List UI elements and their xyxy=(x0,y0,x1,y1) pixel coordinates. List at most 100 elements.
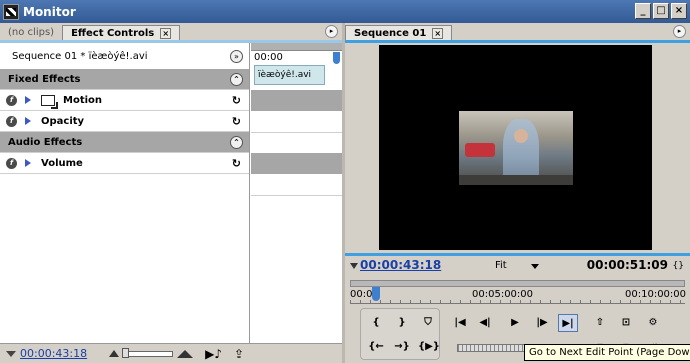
step-forward-button[interactable]: |▶ xyxy=(532,314,552,332)
timeline-scroll-bar[interactable] xyxy=(251,43,342,51)
timeline-time: 00:00 xyxy=(254,52,283,63)
panel-menu-button[interactable]: ▸ xyxy=(325,25,338,38)
duration-timecode: 00:00:51:09 xyxy=(586,258,668,272)
loop-audio-icon[interactable]: ⇪ xyxy=(234,347,244,361)
go-to-out-point-button[interactable]: →} xyxy=(392,338,412,356)
clip-label: Sequence 01 * ïèæòýê!.avi xyxy=(12,50,148,62)
title-bar: Monitor _ □ × xyxy=(0,0,690,23)
preview-car xyxy=(465,143,495,157)
audio-effects-header[interactable]: Audio Effects ⌃ xyxy=(0,132,249,153)
ruler-label: 00:05:00:00 xyxy=(472,289,534,300)
tab-sequence-label: Sequence 01 xyxy=(354,27,427,39)
collapse-icon[interactable]: ⌃ xyxy=(230,72,243,86)
ruler-ticks xyxy=(350,300,685,304)
disclosure-triangle-icon[interactable] xyxy=(25,96,31,104)
disclosure-triangle-icon[interactable] xyxy=(25,117,31,125)
timeline-playhead[interactable] xyxy=(333,52,340,64)
play-button[interactable]: ▶ xyxy=(505,314,525,332)
effect-label-opacity: Opacity xyxy=(41,115,85,127)
video-frame xyxy=(379,45,652,250)
tab-no-clips[interactable]: (no clips) xyxy=(0,25,62,40)
effect-timeline: 00:00 ïèæòýê!.avi xyxy=(251,43,342,343)
lift-button[interactable]: ⇧ xyxy=(590,314,610,332)
fx-toggle-icon[interactable]: f xyxy=(6,94,17,106)
zoom-out-icon[interactable] xyxy=(109,350,120,357)
monitor-time-ruler[interactable]: 00:00 00:05:00:00 00:10:00:00 xyxy=(350,280,687,304)
collapse-icon[interactable]: ⌃ xyxy=(230,135,243,149)
reset-icon[interactable]: ↻ xyxy=(232,115,241,128)
tab-close-icon[interactable]: × xyxy=(432,27,444,39)
play-in-to-out-button[interactable]: {▶} xyxy=(418,338,440,356)
timecode-menu-icon[interactable] xyxy=(350,263,358,269)
monitor-timecode-bar: 00:00:43:18 Fit 00:00:51:09 {} xyxy=(345,257,690,275)
play-audio-icon[interactable]: ▶♪ xyxy=(205,347,222,361)
go-to-previous-edit-point-button[interactable]: |◀ xyxy=(450,314,470,332)
timeline-section-band xyxy=(251,153,342,174)
effect-controls-body: Sequence 01 * ïèæòýê!.avi » Fixed Effect… xyxy=(0,43,342,363)
zoom-slider-thumb[interactable] xyxy=(122,347,130,358)
program-monitor-panel: Sequence 01 × ▸ 00:00:43:18 Fit 00:00:51… xyxy=(345,23,690,363)
ruler-scroll-bar[interactable] xyxy=(350,280,685,287)
duration-icon: {} xyxy=(672,261,684,271)
monitor-accent-line xyxy=(345,253,690,256)
right-tab-bar: Sequence 01 × ▸ xyxy=(345,23,690,40)
left-tab-bar: (no clips) Effect Controls × ▸ xyxy=(0,23,342,40)
go-to-next-edit-point-button[interactable]: ▶| xyxy=(558,314,578,332)
zoom-slider[interactable] xyxy=(122,347,174,358)
set-in-point-button[interactable]: { xyxy=(366,314,386,332)
fx-toggle-icon[interactable]: f xyxy=(6,115,17,127)
zoom-fit-select[interactable]: Fit xyxy=(495,260,507,271)
effect-controls-panel: (no clips) Effect Controls × ▸ Sequence … xyxy=(0,23,342,363)
tab-effect-controls-label: Effect Controls xyxy=(71,27,155,39)
effect-row-motion[interactable]: f Motion ↻ xyxy=(0,90,249,111)
clip-row: Sequence 01 * ïèæòýê!.avi » xyxy=(0,43,249,69)
timeline-row-line xyxy=(251,132,342,133)
timeline-row-line xyxy=(251,195,342,196)
disclosure-triangle-icon[interactable] xyxy=(25,159,31,167)
clapper-icon xyxy=(3,3,19,20)
effect-row-opacity[interactable]: f Opacity ↻ xyxy=(0,111,249,132)
tooltip: Go to Next Edit Point (Page Down) xyxy=(524,344,690,361)
monitor-playhead[interactable] xyxy=(372,287,380,301)
output-button[interactable]: ⚙ xyxy=(643,314,663,332)
audio-effects-label: Audio Effects xyxy=(8,136,83,148)
tab-effect-controls[interactable]: Effect Controls × xyxy=(62,25,181,40)
motion-transform-icon[interactable] xyxy=(41,94,55,106)
time-menu-icon[interactable] xyxy=(6,350,16,357)
preview-face xyxy=(514,129,528,143)
effect-controls-footer: 00:00:43:18 ▶♪ ⇪ xyxy=(0,343,342,363)
effect-row-volume[interactable]: f Volume ↻ xyxy=(0,153,249,174)
fixed-effects-label: Fixed Effects xyxy=(8,73,81,85)
timeline-clip[interactable]: ïèæòýê!.avi xyxy=(254,65,325,85)
effect-list: Sequence 01 * ïèæòýê!.avi » Fixed Effect… xyxy=(0,43,250,343)
set-marker-button[interactable]: ⛉ xyxy=(418,314,438,332)
dropdown-arrow-icon[interactable] xyxy=(531,264,539,269)
close-window-button[interactable]: × xyxy=(671,3,687,19)
preview-ground xyxy=(459,175,573,185)
fx-toggle-icon[interactable]: f xyxy=(6,157,17,169)
set-out-point-button[interactable]: } xyxy=(392,314,412,332)
footer-timecode[interactable]: 00:00:43:18 xyxy=(20,347,87,360)
ruler-label: 00:10:00:00 xyxy=(625,289,687,300)
reset-icon[interactable]: ↻ xyxy=(232,94,241,107)
video-area xyxy=(345,43,690,253)
show-timeline-button[interactable]: » xyxy=(230,49,243,63)
tab-sequence-01[interactable]: Sequence 01 × xyxy=(345,25,453,40)
panel-menu-button[interactable]: ▸ xyxy=(673,25,686,38)
trim-button[interactable]: ⊡ xyxy=(616,314,636,332)
window-title: Monitor xyxy=(23,4,76,19)
effect-label-volume: Volume xyxy=(41,157,83,169)
timeline-section-band xyxy=(251,90,342,111)
tab-close-icon[interactable]: × xyxy=(160,27,172,39)
video-preview xyxy=(459,111,573,185)
minimize-button[interactable]: _ xyxy=(635,3,651,19)
current-timecode[interactable]: 00:00:43:18 xyxy=(360,258,441,272)
timeline-ruler[interactable]: 00:00 xyxy=(251,51,342,65)
zoom-in-icon[interactable] xyxy=(177,349,194,358)
maximize-button[interactable]: □ xyxy=(653,3,669,19)
effect-label-motion: Motion xyxy=(63,94,103,106)
reset-icon[interactable]: ↻ xyxy=(232,157,241,170)
go-to-in-point-button[interactable]: {← xyxy=(366,338,386,356)
step-back-button[interactable]: ◀| xyxy=(475,314,495,332)
fixed-effects-header[interactable]: Fixed Effects ⌃ xyxy=(0,69,249,90)
